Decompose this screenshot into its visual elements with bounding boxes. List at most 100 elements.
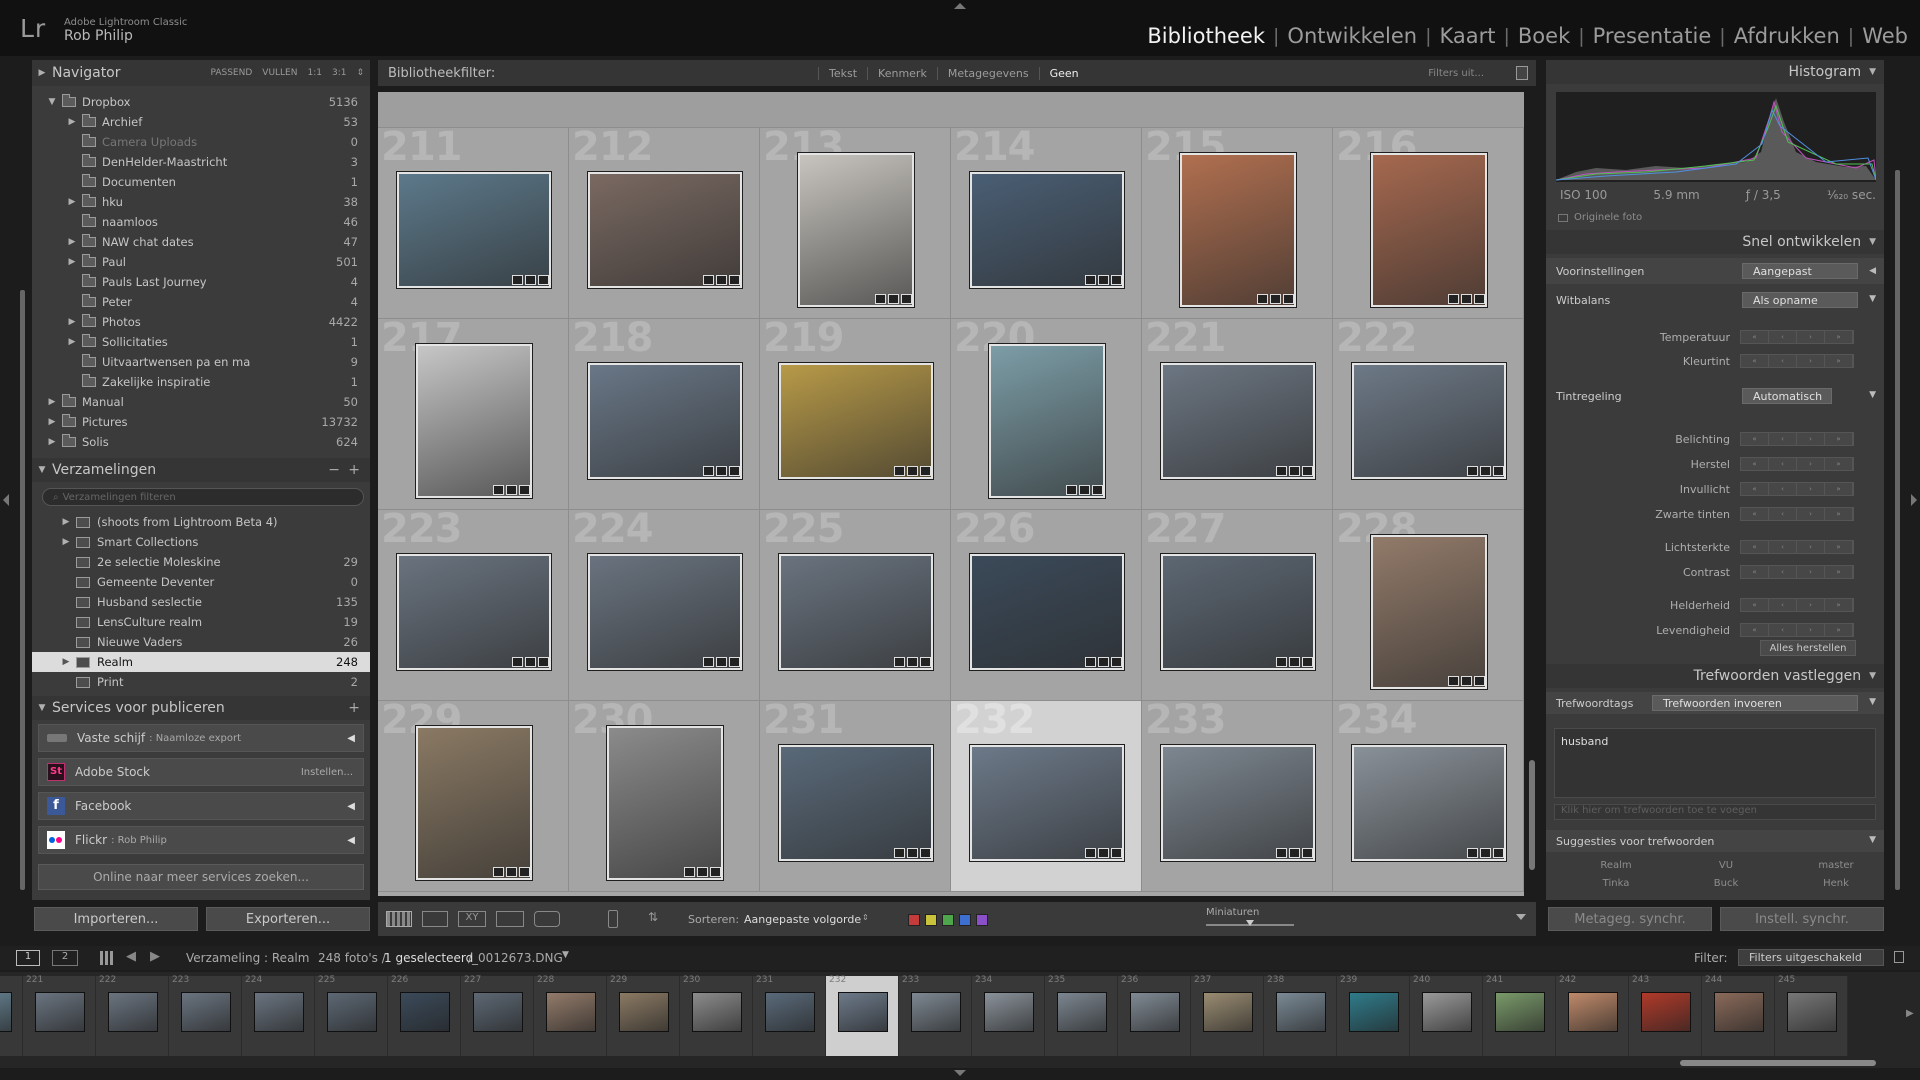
- grid-icon[interactable]: [100, 951, 114, 965]
- slider-buttons[interactable]: «‹ ›»: [1740, 623, 1854, 637]
- folder-item[interactable]: ▶Peter4: [32, 292, 370, 312]
- step-button[interactable]: ‹: [1769, 566, 1797, 578]
- step-button[interactable]: ›: [1797, 483, 1825, 495]
- forward-arrow-icon[interactable]: ▶: [150, 949, 160, 964]
- filter-attribute[interactable]: Kenmerk: [867, 66, 937, 80]
- step-button[interactable]: ‹: [1769, 624, 1797, 636]
- collection-item[interactable]: ▶LensCulture realm19: [32, 612, 370, 632]
- develop-badge-icon[interactable]: [537, 656, 549, 667]
- grid-cell[interactable]: 232: [951, 697, 1142, 892]
- keyword-badge-icon[interactable]: [702, 274, 714, 285]
- photo-thumbnail[interactable]: [586, 361, 743, 480]
- filmstrip-cell[interactable]: 245: [1775, 975, 1848, 1056]
- step-button[interactable]: »: [1825, 599, 1853, 611]
- filmstrip-thumbnail[interactable]: [1422, 992, 1472, 1032]
- filmstrip-thumbnail[interactable]: [1057, 992, 1107, 1032]
- zoom-fit[interactable]: PASSEND: [210, 68, 252, 78]
- filmstrip-cell[interactable]: 225: [315, 975, 388, 1056]
- quick-develop-header[interactable]: Snel ontwikkelen ▼: [1546, 230, 1884, 254]
- collection-badge-icon[interactable]: [1097, 656, 1109, 667]
- folder-item[interactable]: ▶Documenten1: [32, 172, 370, 192]
- filmstrip-thumbnail[interactable]: [911, 992, 961, 1032]
- step-button[interactable]: ‹: [1769, 599, 1797, 611]
- keyword-badge-icon[interactable]: [893, 656, 905, 667]
- grid-cell[interactable]: 223: [378, 506, 569, 701]
- color-label-swatch[interactable]: [976, 914, 988, 926]
- color-label-swatch[interactable]: [942, 914, 954, 926]
- filmstrip-thumbnail[interactable]: [400, 992, 450, 1032]
- filmstrip-cell[interactable]: 239: [1337, 975, 1410, 1056]
- presets-arrow-icon[interactable]: ◀: [1869, 266, 1876, 276]
- collapse-left-arrow-icon[interactable]: [3, 494, 9, 506]
- photo-thumbnail[interactable]: [1159, 361, 1316, 480]
- filter-dropdown[interactable]: Filters uitgeschakeld: [1738, 949, 1884, 966]
- step-button[interactable]: «: [1741, 566, 1769, 578]
- step-button[interactable]: »: [1825, 433, 1853, 445]
- step-button[interactable]: «: [1741, 541, 1769, 553]
- photo-thumbnail[interactable]: [1159, 552, 1316, 671]
- grid-cell[interactable]: 231: [760, 697, 951, 892]
- filmstrip-thumbnail[interactable]: [1276, 992, 1326, 1032]
- filmstrip-cell[interactable]: 223: [169, 975, 242, 1056]
- filmstrip-cell[interactable]: 229: [607, 975, 680, 1056]
- filmstrip-thumbnail[interactable]: [1714, 992, 1764, 1032]
- keyword-badge-icon[interactable]: [492, 484, 504, 495]
- setup-link[interactable]: Instellen...: [301, 767, 353, 778]
- expand-arrow-icon[interactable]: ▶: [42, 417, 62, 427]
- keyword-tags-dropdown[interactable]: Trefwoorden invoeren: [1652, 695, 1858, 711]
- source-collection[interactable]: Verzameling : Realm: [186, 951, 309, 965]
- filmstrip-thumbnail[interactable]: [1349, 992, 1399, 1032]
- photo-thumbnail[interactable]: [1369, 533, 1488, 690]
- keyword-badge-icon[interactable]: [1466, 465, 1478, 476]
- photo-thumbnail[interactable]: [968, 743, 1125, 862]
- develop-badge-icon[interactable]: [1110, 847, 1122, 858]
- develop-badge-icon[interactable]: [919, 465, 931, 476]
- collection-badge-icon[interactable]: [1078, 484, 1090, 495]
- grid-cell[interactable]: 226: [951, 506, 1142, 701]
- collection-badge-icon[interactable]: [906, 656, 918, 667]
- filmstrip-thumbnail[interactable]: [1787, 992, 1837, 1032]
- keyword-badge-icon[interactable]: [702, 656, 714, 667]
- develop-badge-icon[interactable]: [1473, 675, 1485, 686]
- step-button[interactable]: «: [1741, 624, 1769, 636]
- photo-thumbnail[interactable]: [796, 151, 915, 308]
- filmstrip-cell[interactable]: 236: [1118, 975, 1191, 1056]
- folder-item[interactable]: ▶DenHelder-Maastricht3: [32, 152, 370, 172]
- filmstrip-thumbnail[interactable]: [619, 992, 669, 1032]
- keyword-badge-icon[interactable]: [683, 866, 695, 877]
- folder-item[interactable]: ▶ Pictures 13732: [32, 412, 370, 432]
- filmstrip-cell[interactable]: 233: [899, 975, 972, 1056]
- keyword-suggestion[interactable]: Buck: [1676, 878, 1776, 889]
- filter-none[interactable]: Geen: [1038, 66, 1089, 80]
- develop-badge-icon[interactable]: [1301, 656, 1313, 667]
- grid-cell[interactable]: 215: [1142, 124, 1333, 319]
- publish-service-adobe-stock[interactable]: St Adobe Stock Instellen...: [38, 758, 364, 786]
- filmstrip-thumbnail[interactable]: [692, 992, 742, 1032]
- filmstrip-cell[interactable]: 234: [972, 975, 1045, 1056]
- survey-view-icon[interactable]: [496, 911, 524, 927]
- photo-thumbnail[interactable]: [1350, 361, 1507, 480]
- filmstrip-thumbnail[interactable]: [984, 992, 1034, 1032]
- filmstrip-thumbnail[interactable]: [254, 992, 304, 1032]
- keyword-text-area[interactable]: husband: [1554, 728, 1876, 798]
- presets-dropdown[interactable]: Aangepast: [1742, 263, 1858, 279]
- suggestions-arrow-icon[interactable]: ▼: [1869, 835, 1876, 845]
- filmstrip-thumbnail[interactable]: [1130, 992, 1180, 1032]
- collection-badge-icon[interactable]: [1097, 274, 1109, 285]
- sort-direction-icon[interactable]: ⇅: [648, 910, 658, 924]
- filmstrip-cell[interactable]: 243: [1629, 975, 1702, 1056]
- filmstrip-cell[interactable]: 232: [826, 975, 899, 1056]
- photo-thumbnail[interactable]: [586, 170, 743, 289]
- back-arrow-icon[interactable]: ◀: [126, 949, 136, 964]
- filmstrip-thumbnail[interactable]: [0, 992, 12, 1032]
- collection-badge-icon[interactable]: [1288, 465, 1300, 476]
- expand-arrow-icon[interactable]: ▶: [62, 237, 82, 247]
- add-service-icon[interactable]: +: [348, 700, 360, 716]
- collection-badge-icon[interactable]: [1097, 847, 1109, 858]
- photo-thumbnail[interactable]: [1350, 743, 1507, 862]
- histogram-header[interactable]: Histogram ▼: [1546, 60, 1884, 84]
- color-label-swatch[interactable]: [959, 914, 971, 926]
- photo-thumbnail[interactable]: [777, 743, 934, 862]
- module-kaart[interactable]: Kaart: [1431, 24, 1503, 48]
- collection-badge-icon[interactable]: [524, 656, 536, 667]
